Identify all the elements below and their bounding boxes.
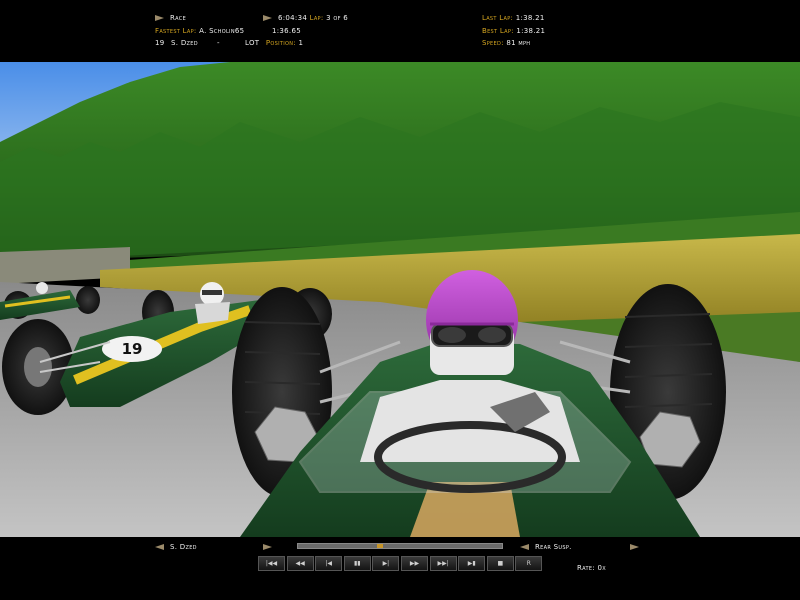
camera-next-button[interactable] — [630, 543, 645, 551]
lap-value: 3 of 6 — [326, 14, 349, 22]
team-position-row: LOT Position: 1 — [245, 39, 303, 47]
fastest-lap-row: Fastest Lap: A. Scholin65 — [155, 27, 244, 35]
lap-label: Lap: — [309, 14, 324, 22]
driver-selector-label: S. Dzed — [170, 543, 197, 551]
fastest-lap-driver: A. Scholin65 — [199, 27, 245, 35]
camera-selector[interactable]: Rear Susp. — [520, 543, 572, 551]
arrow-left-icon — [155, 544, 164, 550]
team-name: LOT — [245, 39, 260, 47]
rate-indicator: Rate: 0x — [577, 564, 606, 572]
slow-motion-button[interactable]: ▶▮ — [458, 556, 486, 571]
fastest-lap-label: Fastest Lap: — [155, 27, 197, 35]
replay-scrubber-thumb[interactable] — [377, 544, 383, 548]
race-time: 6:04:34 — [278, 14, 308, 22]
driver-row: 19 S. Dzed — [155, 39, 198, 47]
arrow-right-icon — [263, 544, 272, 550]
skip-to-start-button[interactable]: |◀◀ — [258, 556, 285, 571]
camera-selector-label: Rear Susp. — [535, 543, 572, 551]
pause-button[interactable]: ▮▮ — [343, 556, 371, 571]
fastest-lap-time: 1:36.65 — [272, 27, 301, 35]
mode-label: Race — [170, 14, 187, 22]
last-lap-value: 1:38.21 — [515, 14, 545, 22]
best-lap-value: 1:38.21 — [516, 27, 546, 35]
time-lap-indicator[interactable]: 6:04:34 Lap: 3 of 6 — [263, 14, 348, 22]
race-viewport: 19 — [0, 62, 800, 537]
step-back-button[interactable]: |◀ — [315, 556, 343, 571]
last-lap-label: Last Lap: — [482, 14, 514, 22]
driver-number: 19 — [155, 39, 165, 47]
speed-row: Speed: 81 mph — [482, 39, 530, 47]
arrow-right-icon — [155, 15, 164, 21]
position-value: 1 — [298, 39, 304, 47]
driver-selector[interactable]: S. Dzed — [155, 543, 197, 551]
best-lap-row: Best Lap: 1:38.21 — [482, 27, 545, 35]
last-lap-row: Last Lap: 1:38.21 — [482, 14, 545, 22]
player-car — [232, 270, 726, 537]
arrow-left-icon — [520, 544, 529, 550]
top-hud-bar: Race 6:04:34 Lap: 3 of 6 Fastest Lap: A.… — [0, 0, 800, 62]
speed-label: Speed: — [482, 39, 504, 47]
skip-to-end-button[interactable]: ▶▶| — [429, 556, 457, 571]
stop-button[interactable]: ■ — [486, 556, 514, 571]
fast-rewind-button[interactable]: ◀◀ — [286, 556, 314, 571]
mode-indicator[interactable]: Race — [155, 14, 186, 22]
replay-scrubber[interactable] — [297, 543, 503, 549]
arrow-right-icon — [263, 15, 272, 21]
rival-car-number: 19 — [122, 340, 143, 358]
driver-gap: - — [217, 39, 220, 47]
speed-value: 81 mph — [506, 39, 531, 47]
position-label: Position: — [265, 39, 296, 47]
best-lap-label: Best Lap: — [482, 27, 514, 35]
arrow-right-icon — [630, 544, 639, 550]
race-scene: 19 — [0, 62, 800, 537]
driver-next-button[interactable] — [263, 543, 278, 551]
play-button[interactable]: ▶| — [372, 556, 400, 571]
record-button[interactable]: R — [515, 556, 543, 571]
driver-name: S. Dzed — [171, 39, 198, 47]
fast-forward-button[interactable]: ▶▶ — [401, 556, 428, 571]
